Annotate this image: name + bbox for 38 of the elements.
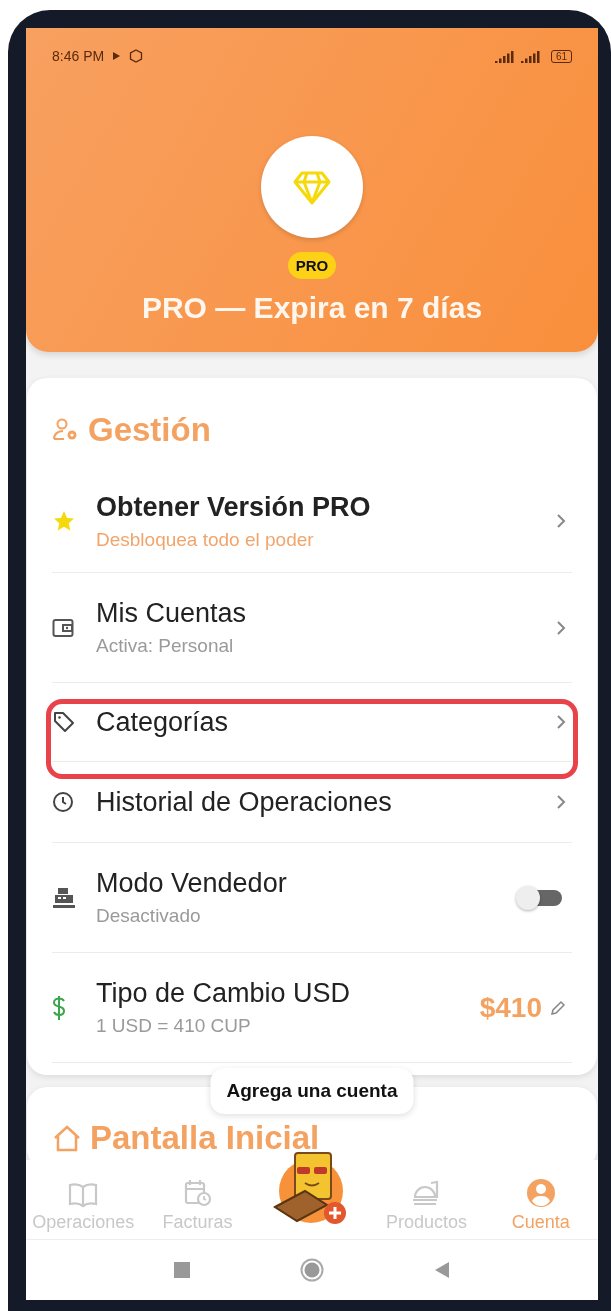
section-title: Gestión xyxy=(88,411,211,449)
tag-icon xyxy=(52,710,76,734)
menu-item-subtitle: Activa: Personal xyxy=(96,635,235,657)
menu-item-subtitle: 1 USD = 410 CUP xyxy=(96,1015,252,1037)
home-icon xyxy=(52,1124,82,1152)
star-icon xyxy=(52,509,76,533)
play-icon xyxy=(112,51,122,61)
chevron-right-icon xyxy=(556,513,566,529)
menu-item-title[interactable]: Modo Vendedor xyxy=(96,868,520,899)
pro-badge: PRO xyxy=(287,252,337,279)
hexagon-icon xyxy=(129,49,144,63)
dollar-icon xyxy=(52,994,66,1021)
menu-item-subtitle: Desactivado xyxy=(96,905,202,927)
chevron-right-icon xyxy=(556,619,566,636)
menu-item-title[interactable]: Tipo de Cambio USD xyxy=(96,978,480,1009)
section-title: Pantalla Inicial xyxy=(90,1119,320,1157)
chevron-right-icon xyxy=(556,794,566,810)
status-time: 8:46 PM xyxy=(52,48,105,64)
menu-item-title[interactable]: Historial de Operaciones xyxy=(96,786,556,818)
back-triangle-icon[interactable] xyxy=(434,1261,450,1279)
user-icon xyxy=(525,1178,556,1208)
menu-item-subtitle: Desbloquea todo el poder xyxy=(96,528,315,551)
open-book-icon xyxy=(68,1182,99,1208)
calendar-clock-icon xyxy=(183,1178,212,1208)
menu-item-title[interactable]: Obtener Versión PRO xyxy=(96,491,556,523)
tooltip: Agrega una cuenta xyxy=(210,1068,414,1114)
cash-register-icon xyxy=(52,886,76,909)
signal-icon xyxy=(494,49,543,63)
clock-icon xyxy=(52,791,74,813)
menu-item-title[interactable]: Mis Cuentas xyxy=(96,598,556,629)
pencil-icon[interactable] xyxy=(550,999,566,1016)
home-circle-icon[interactable] xyxy=(300,1258,324,1282)
chevron-right-icon xyxy=(556,714,566,730)
wallet-icon xyxy=(52,617,74,638)
exchange-rate-value: $410 xyxy=(479,991,542,1024)
battery-indicator: 61 xyxy=(550,49,572,63)
menu-item-title[interactable]: Categorías xyxy=(96,706,556,738)
plan-title: PRO — Expira en 7 días xyxy=(141,291,483,325)
